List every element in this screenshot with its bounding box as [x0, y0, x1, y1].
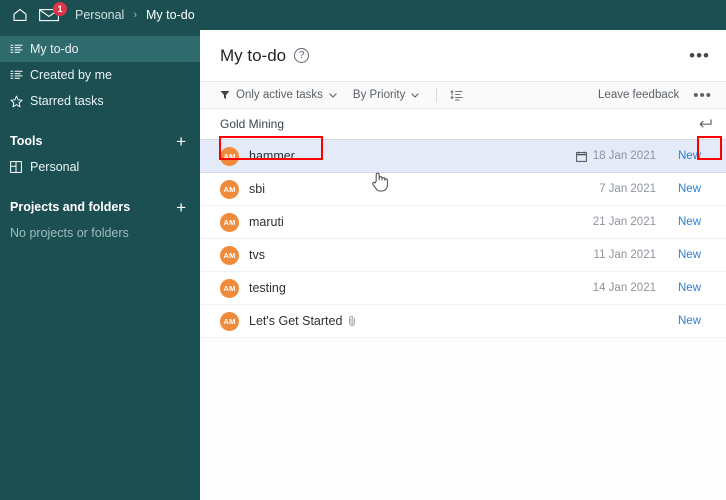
- sidebar-section-title: Projects and folders: [10, 200, 131, 214]
- new-task-input[interactable]: [220, 113, 694, 135]
- sidebar-item-label: My to-do: [30, 42, 79, 56]
- task-title: tvs: [249, 248, 265, 262]
- task-due-date: 11 Jan 2021: [594, 249, 656, 261]
- task-due-date: 18 Jan 2021: [575, 150, 656, 162]
- return-arrow-icon[interactable]: [694, 113, 716, 135]
- avatar: AM: [220, 179, 239, 199]
- main-header: My to-do ? •••: [200, 30, 726, 81]
- task-title: sbi: [249, 182, 265, 196]
- sidebar-item-created-by-me[interactable]: Created by me: [0, 62, 200, 88]
- table-row[interactable]: AM sbi 7 Jan 2021 New: [200, 173, 726, 206]
- sidebar-item-label: Personal: [30, 160, 80, 174]
- toolbar-right-group: Leave feedback •••: [598, 88, 712, 103]
- grid-icon: [10, 161, 30, 173]
- task-meta: 7 Jan 2021 New: [599, 183, 712, 195]
- table-row[interactable]: AM hammer 18 Jan 2021 New: [200, 140, 726, 173]
- filter-label: Only active tasks: [236, 89, 323, 101]
- mail-icon[interactable]: 1: [39, 2, 73, 28]
- status-badge[interactable]: New: [678, 282, 712, 294]
- task-date-text: 14 Jan 2021: [592, 282, 656, 294]
- attachment-icon: [348, 315, 357, 327]
- home-icon[interactable]: [7, 2, 33, 28]
- calendar-icon: [575, 151, 587, 162]
- sidebar-item-my-to-do[interactable]: My to-do: [0, 36, 200, 62]
- status-badge[interactable]: New: [678, 183, 712, 195]
- header-more-options-button[interactable]: •••: [687, 47, 712, 64]
- list-icon: [10, 44, 30, 55]
- table-row[interactable]: AM tvs 11 Jan 2021 New: [200, 239, 726, 272]
- app-window: 1 Personal › My to-do My to-do Created b…: [0, 0, 726, 500]
- task-date-text: 18 Jan 2021: [592, 150, 656, 162]
- new-task-row: [200, 109, 726, 140]
- avatar: AM: [220, 212, 239, 232]
- top-bar: 1 Personal › My to-do: [0, 0, 726, 30]
- status-badge[interactable]: New: [678, 216, 712, 228]
- chevron-down-icon: [329, 92, 337, 98]
- avatar: AM: [220, 146, 239, 166]
- toolbar-more-options-button[interactable]: •••: [693, 88, 712, 103]
- task-title: testing: [249, 281, 286, 295]
- table-row[interactable]: AM Let's Get Started New: [200, 305, 726, 338]
- task-date-text: 7 Jan 2021: [599, 183, 656, 195]
- projects-empty-message: No projects or folders: [10, 226, 129, 240]
- task-list: AM hammer 18 Jan 2021 New AM sbi 7 Jan 2…: [200, 140, 726, 500]
- task-date-text: 21 Jan 2021: [592, 216, 656, 228]
- task-meta: 18 Jan 2021 New: [575, 150, 712, 162]
- task-due-date: 7 Jan 2021: [599, 183, 656, 195]
- task-meta: 14 Jan 2021 New: [593, 282, 712, 294]
- sidebar-item-starred-tasks[interactable]: Starred tasks: [0, 88, 200, 114]
- sidebar: My to-do Created by me Starred tasks Too…: [0, 30, 200, 500]
- task-due-date: 14 Jan 2021: [593, 282, 656, 294]
- breadcrumb-separator: ›: [133, 9, 138, 21]
- table-row[interactable]: AM maruti 21 Jan 2021 New: [200, 206, 726, 239]
- add-tool-button[interactable]: +: [176, 133, 186, 150]
- breadcrumb-parent[interactable]: Personal: [75, 8, 124, 22]
- avatar: AM: [220, 245, 239, 265]
- leave-feedback-button[interactable]: Leave feedback: [598, 89, 679, 101]
- task-title: hammer: [249, 149, 295, 163]
- task-title: Let's Get Started: [249, 314, 343, 328]
- body-split: My to-do Created by me Starred tasks Too…: [0, 30, 726, 500]
- task-meta: 21 Jan 2021 New: [593, 216, 712, 228]
- task-due-date: 21 Jan 2021: [593, 216, 656, 228]
- toolbar-divider: [436, 88, 438, 102]
- list-toolbar: Only active tasks By Priority Leave feed…: [200, 81, 726, 109]
- sidebar-section-projects: Projects and folders +: [0, 194, 200, 220]
- filter-only-active-tasks[interactable]: Only active tasks: [220, 89, 337, 101]
- funnel-icon: [220, 90, 230, 100]
- sort-label: By Priority: [352, 89, 406, 101]
- status-badge[interactable]: New: [678, 150, 712, 162]
- status-badge[interactable]: New: [678, 315, 712, 327]
- sidebar-item-personal[interactable]: Personal: [0, 154, 200, 180]
- list-icon: [10, 70, 30, 81]
- mail-badge-count: 1: [53, 2, 67, 16]
- task-date-text: 11 Jan 2021: [593, 249, 656, 261]
- sort-by-priority[interactable]: By Priority: [352, 89, 420, 101]
- page-title: My to-do: [220, 45, 287, 65]
- avatar: AM: [220, 311, 239, 331]
- task-meta: New: [656, 315, 712, 327]
- task-meta: 11 Jan 2021 New: [594, 249, 712, 261]
- chevron-down-icon: [411, 92, 420, 98]
- star-icon: [10, 95, 30, 108]
- table-row[interactable]: AM testing 14 Jan 2021 New: [200, 272, 726, 305]
- task-title: maruti: [249, 215, 284, 229]
- sidebar-item-label: Created by me: [30, 68, 112, 82]
- sort-list-icon: [450, 89, 463, 101]
- help-icon[interactable]: ?: [294, 48, 310, 63]
- status-badge[interactable]: New: [678, 249, 712, 261]
- add-project-button[interactable]: +: [176, 199, 186, 216]
- sidebar-section-tools: Tools +: [0, 128, 200, 154]
- sidebar-section-title: Tools: [10, 134, 43, 148]
- avatar: AM: [220, 278, 239, 298]
- main-panel: My to-do ? ••• Only active tasks By Prio…: [200, 30, 726, 500]
- breadcrumb-current: My to-do: [146, 8, 195, 22]
- view-options-button[interactable]: [450, 89, 463, 101]
- sidebar-item-label: Starred tasks: [30, 94, 104, 108]
